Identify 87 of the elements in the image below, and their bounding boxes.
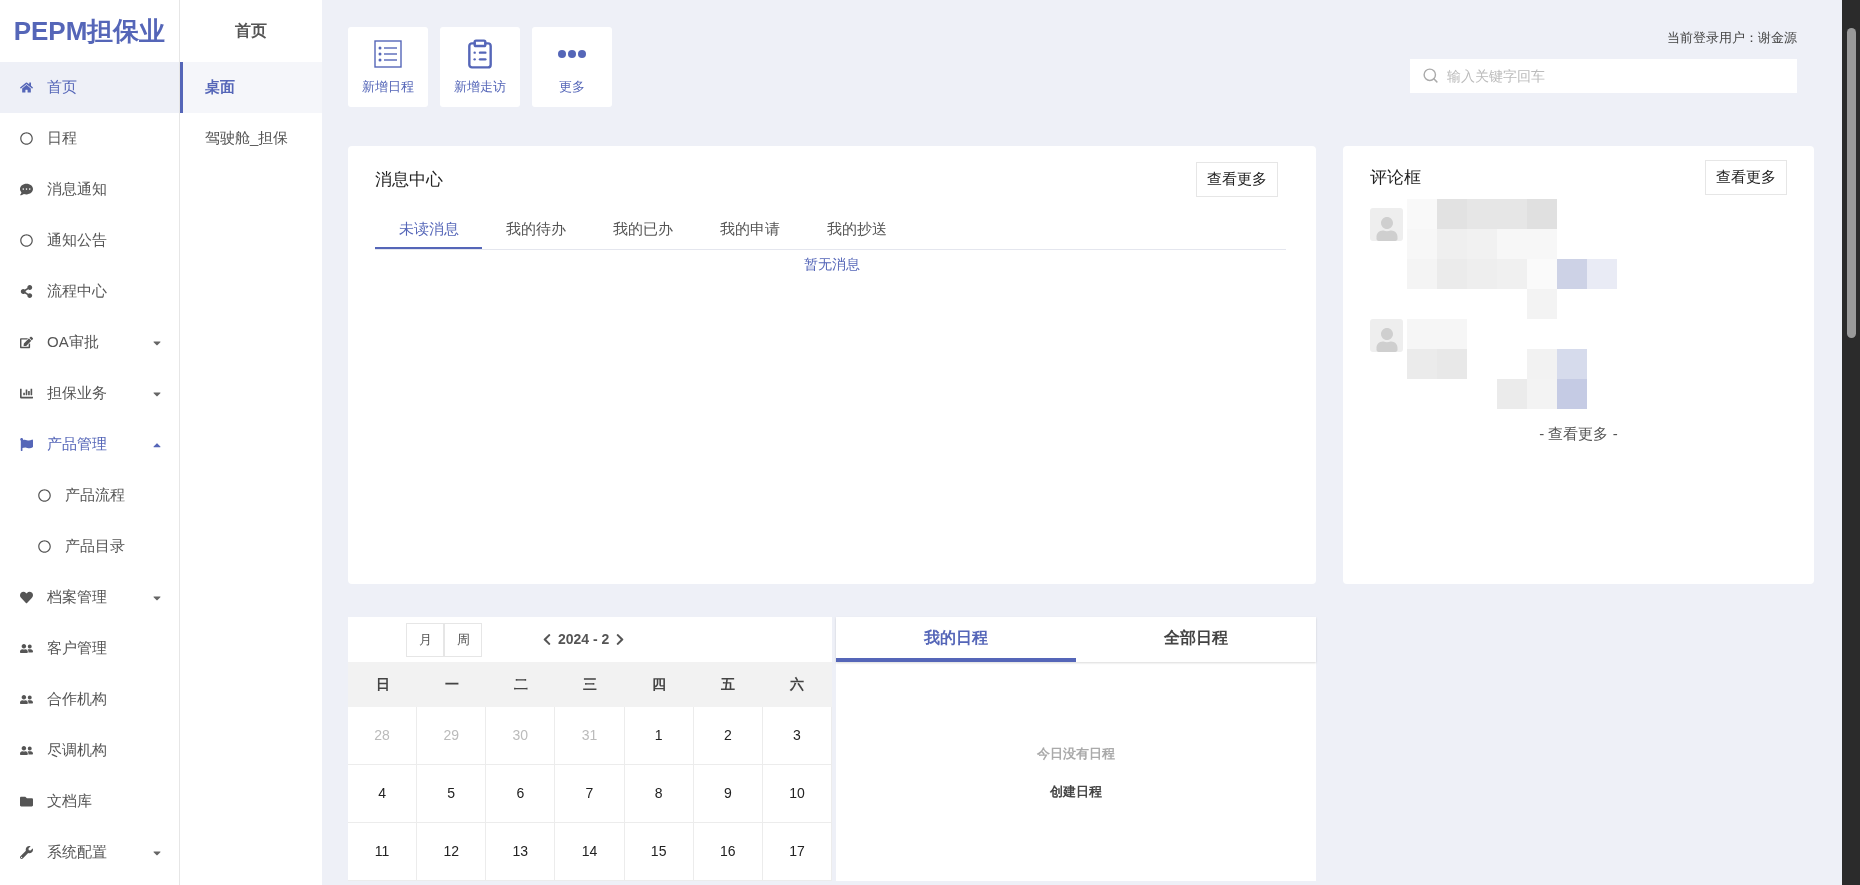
sidebar-item[interactable]: 产品目录 xyxy=(0,521,179,572)
current-user-text: 当前登录用户：谢金源 xyxy=(1667,29,1797,47)
users-icon xyxy=(20,642,33,655)
calendar-day[interactable]: 16 xyxy=(693,823,763,881)
weekday-header: 日 xyxy=(374,675,391,694)
quick-action-button[interactable]: 新增日程 xyxy=(348,27,428,107)
view-toggle-button[interactable]: 周 xyxy=(444,622,482,657)
message-tab[interactable]: 我的待办 xyxy=(482,212,589,249)
message-tab[interactable]: 我的申请 xyxy=(696,212,803,249)
subnav-title: 首页 xyxy=(235,21,267,41)
subnav-item[interactable]: 驾驶舱_担保 xyxy=(180,113,322,164)
sidebar-item[interactable]: 担保业务 xyxy=(0,368,179,419)
weekday-header: 三 xyxy=(582,675,598,694)
calendar-day[interactable]: 1 xyxy=(624,707,694,765)
sidebar-item[interactable]: 流程中心 xyxy=(0,266,179,317)
share-icon xyxy=(20,285,33,298)
month-label: 2024 - 2 xyxy=(558,630,610,649)
chat-bubble-icon xyxy=(20,183,33,196)
sidebar-item[interactable]: 档案管理 xyxy=(0,572,179,623)
create-schedule-button[interactable]: 创建日程 xyxy=(1050,781,1102,801)
folder-icon xyxy=(20,795,33,808)
calendar-day[interactable]: 11 xyxy=(348,823,418,881)
schedule-tab[interactable]: 全部日程 xyxy=(1076,617,1316,662)
weekday-header: 六 xyxy=(789,675,806,694)
view-toggle-button[interactable]: 月 xyxy=(406,622,444,657)
calendar-day[interactable]: 10 xyxy=(762,765,832,823)
sidebar-item[interactable]: 文档库 xyxy=(0,776,179,827)
sidebar-item[interactable]: 日程 xyxy=(0,113,179,164)
users-icon xyxy=(20,693,33,706)
sidebar-item[interactable]: 首页 xyxy=(0,62,179,113)
sidebar-item[interactable]: OA审批 xyxy=(0,317,179,368)
sidebar-item[interactable]: 通知公告 xyxy=(0,215,179,266)
empty-schedule-text: 今日没有日程 xyxy=(1037,745,1115,763)
schedule-tab[interactable]: 我的日程 xyxy=(836,617,1076,662)
quick-action-button[interactable]: 新增走访 xyxy=(440,27,520,107)
calendar-day[interactable]: 8 xyxy=(624,765,694,823)
edit-icon xyxy=(20,336,33,349)
subnav-item[interactable]: 桌面 xyxy=(180,62,322,113)
wrench-icon xyxy=(20,846,33,859)
calendar-day[interactable]: 5 xyxy=(417,765,487,823)
list-icon xyxy=(374,40,402,69)
view-more-button[interactable]: 查看更多 xyxy=(1705,160,1787,195)
calendar-day[interactable]: 6 xyxy=(486,765,556,823)
sidebar-item[interactable]: 产品流程 xyxy=(0,470,179,521)
more-icon xyxy=(558,50,586,59)
weekday-header: 二 xyxy=(512,675,529,694)
calendar-day[interactable]: 4 xyxy=(348,765,418,823)
sidebar-item[interactable]: 消息通知 xyxy=(0,164,179,215)
weekday-header: 五 xyxy=(720,675,737,694)
card-title: 评论框 xyxy=(1370,166,1421,189)
sidebar-item[interactable]: 产品管理 xyxy=(0,419,179,470)
flag-icon xyxy=(20,438,33,451)
logo-text: PEPM担保业 xyxy=(13,14,166,48)
search-field[interactable]: 输入关键字回车 xyxy=(1410,59,1797,93)
calendar-day[interactable]: 2 xyxy=(693,707,763,765)
avatar xyxy=(1370,319,1403,352)
message-tab[interactable]: 未读消息 xyxy=(375,212,482,249)
sidebar-item[interactable]: 合作机构 xyxy=(0,674,179,725)
calendar-day[interactable]: 14 xyxy=(555,823,625,881)
previous-month-icon[interactable] xyxy=(542,633,552,646)
avatar xyxy=(1370,208,1403,241)
calendar-day[interactable]: 13 xyxy=(486,823,556,881)
empty-message-text: 暂无消息 xyxy=(804,255,860,274)
calendar-day[interactable]: 7 xyxy=(555,765,625,823)
sidebar-item[interactable]: 客户管理 xyxy=(0,623,179,674)
calendar-day[interactable]: 9 xyxy=(693,765,763,823)
weekday-header: 四 xyxy=(651,675,668,694)
message-tab[interactable]: 我的抄送 xyxy=(803,212,910,249)
scrollbar[interactable] xyxy=(1842,0,1860,885)
calendar-day[interactable]: 3 xyxy=(762,707,832,765)
calendar-day[interactable]: 15 xyxy=(624,823,694,881)
sidebar-item[interactable]: 系统配置 xyxy=(0,827,179,878)
weekday-header: 一 xyxy=(443,675,460,694)
calendar-day[interactable]: 12 xyxy=(417,823,487,881)
message-tab[interactable]: 我的已办 xyxy=(589,212,696,249)
home-icon xyxy=(20,81,33,94)
quick-action-button[interactable]: 更多 xyxy=(532,27,612,107)
view-more-link[interactable]: - 查看更多 - xyxy=(1539,423,1618,446)
calendar-day[interactable]: 17 xyxy=(762,823,832,881)
search-icon xyxy=(1422,67,1439,84)
next-month-icon[interactable] xyxy=(615,633,626,646)
heart-icon xyxy=(20,591,33,604)
users-icon xyxy=(20,744,33,757)
bar-chart-icon xyxy=(20,387,33,400)
card-title: 消息中心 xyxy=(375,168,443,191)
sidebar-item[interactable]: 尽调机构 xyxy=(0,725,179,776)
view-more-button[interactable]: 查看更多 xyxy=(1196,162,1278,197)
